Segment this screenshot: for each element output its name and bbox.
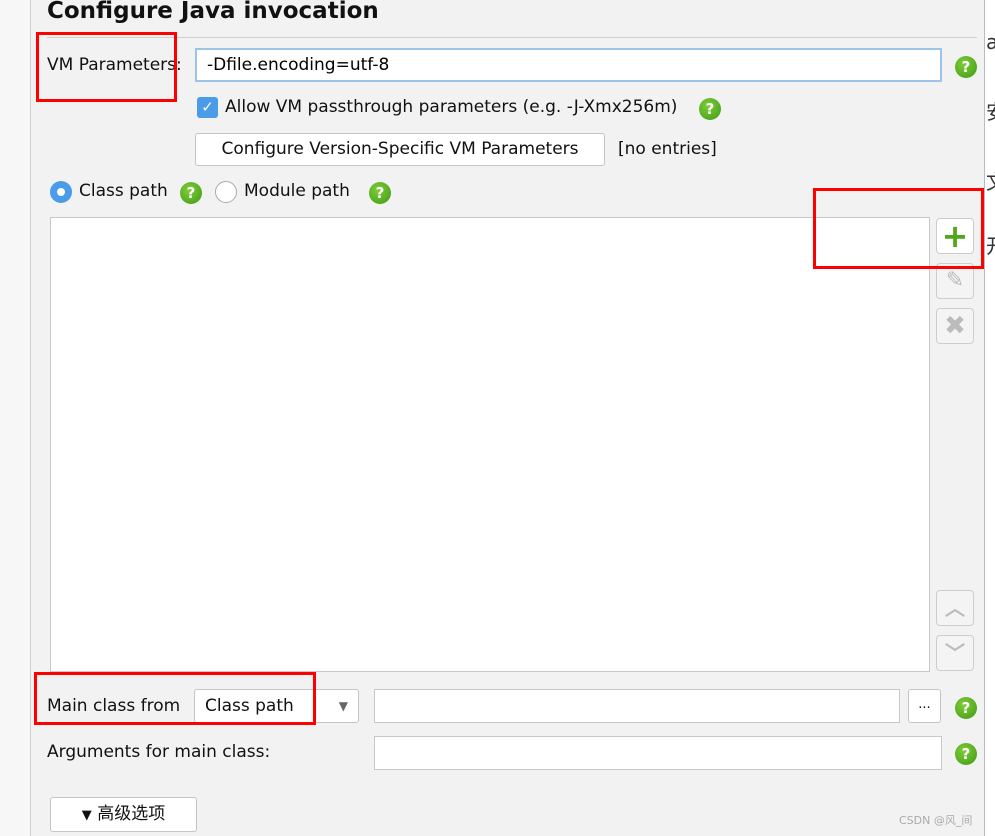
highlight-box (34, 672, 316, 725)
browse-button[interactable]: ... (908, 689, 941, 723)
edge-text: a (986, 30, 995, 54)
no-entries-status: [no entries] (618, 139, 717, 159)
help-icon[interactable]: ? (369, 182, 391, 204)
passthrough-label: Allow VM passthrough parameters (e.g. -J… (225, 97, 678, 117)
edge-text: 文 (986, 166, 995, 195)
help-icon[interactable]: ? (180, 182, 202, 204)
chevron-up-icon[interactable]: ︿ (936, 590, 974, 626)
vm-parameters-input[interactable] (195, 48, 942, 82)
help-icon[interactable]: ? (955, 56, 977, 78)
class-path-label: Class path (79, 181, 168, 201)
triangle-down-icon: ▼ (81, 808, 92, 823)
advanced-options-button[interactable]: ▼ 高级选项 (50, 797, 197, 832)
module-path-radio[interactable] (215, 181, 237, 203)
arguments-input[interactable] (374, 736, 942, 770)
arguments-label: Arguments for main class: (47, 742, 271, 762)
classpath-list[interactable] (50, 217, 930, 672)
chevron-down-icon: ▼ (338, 699, 348, 713)
background-window-right: a 安 文 开 (986, 0, 995, 836)
passthrough-checkbox[interactable]: ✓ (197, 97, 218, 118)
help-icon[interactable]: ? (699, 98, 721, 120)
module-path-label: Module path (244, 181, 350, 201)
highlight-box (36, 32, 177, 102)
edge-text: 安 (986, 96, 995, 125)
chevron-down-icon[interactable]: ﹀ (936, 635, 974, 671)
highlight-box (813, 188, 984, 269)
remove-icon[interactable]: ✖ (936, 308, 974, 344)
class-path-radio[interactable] (50, 181, 72, 203)
help-icon[interactable]: ? (955, 743, 977, 765)
help-icon[interactable]: ? (955, 697, 977, 719)
edge-text: 开 (986, 230, 995, 259)
page-title: Configure Java invocation (47, 0, 379, 24)
watermark: CSDN @风_间 (899, 814, 973, 827)
background-window-left (0, 0, 31, 836)
configure-version-specific-button[interactable]: Configure Version-Specific VM Parameters (195, 133, 605, 166)
divider (47, 37, 977, 38)
advanced-label: 高级选项 (97, 804, 166, 824)
main-class-input[interactable] (374, 689, 900, 723)
